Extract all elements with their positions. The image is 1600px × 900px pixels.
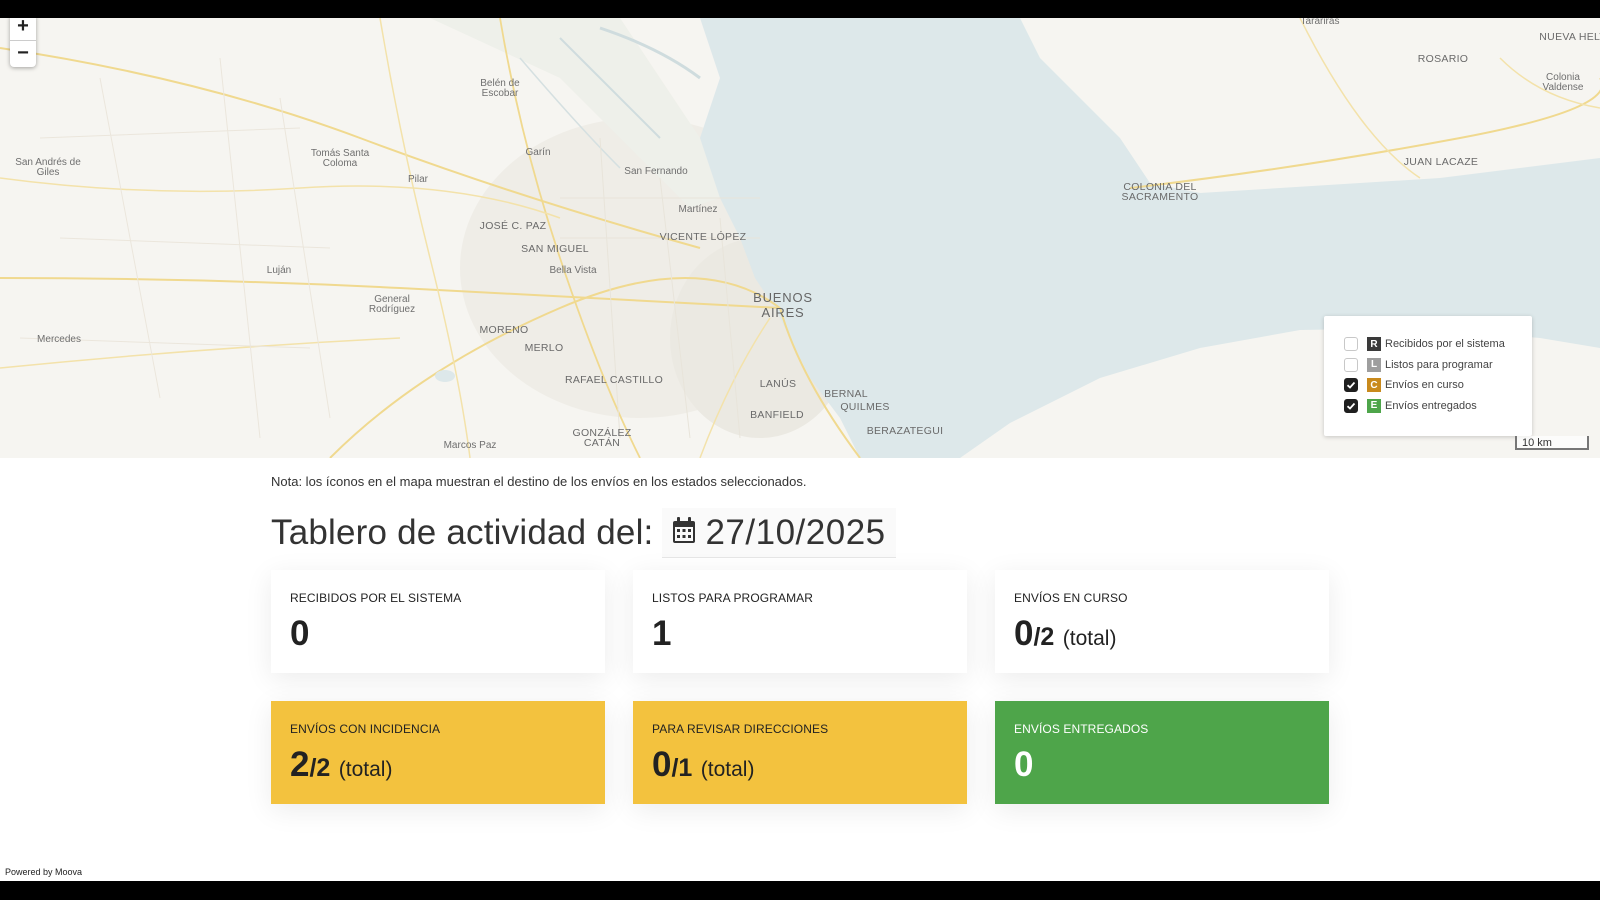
- map-label-jose-c-paz: JOSÉ C. PAZ: [479, 220, 547, 232]
- card-en-curso: ENVÍOS EN CURSO 0/2 (total): [995, 570, 1329, 673]
- card-title: ENVÍOS CON INCIDENCIA: [290, 722, 441, 736]
- badge-l-icon: L: [1367, 357, 1381, 372]
- card-count: 1: [652, 614, 672, 653]
- card-value: 0/2 (total): [1014, 614, 1310, 654]
- map-label-rosario: ROSARIO: [1417, 53, 1469, 65]
- card-entregados: ENVÍOS ENTREGADOS 0: [995, 701, 1329, 804]
- calendar-icon: [672, 516, 696, 549]
- app-screen: Tarariras NUEVA HELV ROSARIO Colonia Val…: [0, 18, 1600, 881]
- map-label-quilmes: QUILMES: [840, 401, 890, 413]
- map-scale: 10 km: [1515, 436, 1589, 450]
- map-label-buenos-aires-2: AIRES: [761, 305, 805, 320]
- map-label-san-fernando: San Fernando: [624, 166, 688, 177]
- map[interactable]: Tarariras NUEVA HELV ROSARIO Colonia Val…: [0, 18, 1600, 458]
- zoom-in-button[interactable]: +: [10, 18, 36, 40]
- checkbox-en-curso[interactable]: [1344, 378, 1358, 393]
- card-revisar-direcciones: PARA REVISAR DIRECCIONES 0/1 (total): [633, 701, 967, 804]
- card-total: /1: [671, 754, 693, 782]
- map-label-bernal: BERNAL: [824, 388, 868, 400]
- map-label-lanus: LANÚS: [759, 378, 797, 390]
- legend-item-entregados[interactable]: E Envíos entregados: [1344, 396, 1532, 417]
- legend-label: Recibidos por el sistema: [1385, 338, 1505, 351]
- card-count: 0: [1014, 745, 1034, 784]
- map-label-lujan: Luján: [266, 265, 292, 276]
- map-label-tomas-santa-coloma-2: Coloma: [322, 158, 358, 169]
- checkbox-entregados[interactable]: [1344, 398, 1358, 413]
- legend-item-listos[interactable]: L Listos para programar: [1344, 355, 1532, 376]
- map-label-gonzalez-catan-2: CATÁN: [583, 437, 621, 449]
- map-label-martinez: Martínez: [678, 204, 718, 215]
- legend-item-recibidos[interactable]: R Recibidos por el sistema: [1344, 334, 1532, 355]
- card-total-suffix: (total): [700, 758, 755, 781]
- map-label-tarariras: Tarariras: [1300, 18, 1340, 27]
- map-label-belen-escobar-2: Escobar: [481, 88, 519, 99]
- card-title: LISTOS PARA PROGRAMAR: [652, 591, 814, 605]
- legend-label: Envíos en curso: [1385, 379, 1464, 392]
- badge-c-icon: C: [1367, 378, 1381, 393]
- card-total-suffix: (total): [338, 758, 393, 781]
- date-value: 27/10/2025: [705, 512, 886, 552]
- map-label-marcos-paz: Marcos Paz: [443, 440, 497, 451]
- card-title: ENVÍOS EN CURSO: [1014, 591, 1128, 605]
- card-count: 2: [290, 745, 310, 784]
- legend-label: Listos para programar: [1385, 358, 1493, 371]
- dashboard-header: Tablero de actividad del: 27/10/2025: [271, 508, 896, 558]
- card-value: 0/1 (total): [652, 745, 948, 785]
- map-label-rafael-castillo: RAFAEL CASTILLO: [564, 374, 664, 386]
- map-label-colonia-valdense-2: Valdense: [1542, 82, 1584, 93]
- zoom-control: + −: [10, 18, 36, 67]
- map-note: Nota: los íconos en el mapa muestran el …: [271, 474, 807, 489]
- map-label-garin: Garín: [525, 147, 551, 158]
- map-label-san-andres-giles-2: Giles: [36, 167, 60, 178]
- checkbox-recibidos[interactable]: [1344, 337, 1358, 352]
- card-incidencia: ENVÍOS CON INCIDENCIA 2/2 (total): [271, 701, 605, 804]
- page-title: Tablero de actividad del:: [271, 513, 654, 552]
- map-label-pilar: Pilar: [407, 174, 429, 185]
- map-label-vicente-lopez: VICENTE LÓPEZ: [659, 231, 747, 243]
- badge-r-icon: R: [1367, 337, 1381, 352]
- badge-e-icon: E: [1367, 398, 1381, 413]
- card-value: 0: [290, 614, 586, 654]
- map-label-nueva-helvecia: NUEVA HELV: [1539, 31, 1600, 43]
- map-label-mercedes: Mercedes: [37, 334, 81, 345]
- map-label-bella-vista: Bella Vista: [549, 265, 597, 276]
- card-value: 1: [652, 614, 948, 654]
- map-label-juan-lacaze: JUAN LACAZE: [1403, 156, 1479, 168]
- card-value: 2/2 (total): [290, 745, 586, 785]
- map-label-general-rodriguez-2: Rodríguez: [368, 304, 416, 315]
- card-title: RECIBIDOS POR EL SISTEMA: [290, 591, 462, 605]
- map-label-merlo: MERLO: [524, 342, 564, 354]
- card-count: 0: [652, 745, 672, 784]
- card-value: 0: [1014, 745, 1310, 785]
- checkbox-listos[interactable]: [1344, 357, 1358, 372]
- card-title: ENVÍOS ENTREGADOS: [1014, 722, 1149, 736]
- card-title: PARA REVISAR DIRECCIONES: [652, 722, 829, 736]
- map-label-banfield: BANFIELD: [750, 409, 804, 421]
- card-total-suffix: (total): [1062, 627, 1117, 650]
- card-count: 0: [1014, 614, 1034, 653]
- date-picker[interactable]: 27/10/2025: [662, 508, 896, 558]
- map-label-buenos-aires-1: BUENOS: [753, 290, 813, 305]
- card-recibidos: RECIBIDOS POR EL SISTEMA 0: [271, 570, 605, 673]
- map-label-san-miguel: SAN MIGUEL: [521, 243, 589, 255]
- legend-item-en-curso[interactable]: C Envíos en curso: [1344, 375, 1532, 396]
- map-legend: R Recibidos por el sistema L Listos para…: [1324, 316, 1532, 436]
- map-label-colonia-sacramento-2: SACRAMENTO: [1121, 191, 1199, 203]
- map-label-moreno: MORENO: [479, 324, 529, 336]
- card-total: /2: [1033, 623, 1055, 651]
- card-count: 0: [290, 614, 310, 653]
- card-total: /2: [309, 754, 331, 782]
- map-label-berazategui: BERAZATEGUI: [866, 425, 944, 437]
- legend-label: Envíos entregados: [1385, 399, 1477, 412]
- powered-by: Powered by Moova: [5, 867, 83, 877]
- card-listos: LISTOS PARA PROGRAMAR 1: [633, 570, 967, 673]
- zoom-out-button[interactable]: −: [10, 40, 36, 67]
